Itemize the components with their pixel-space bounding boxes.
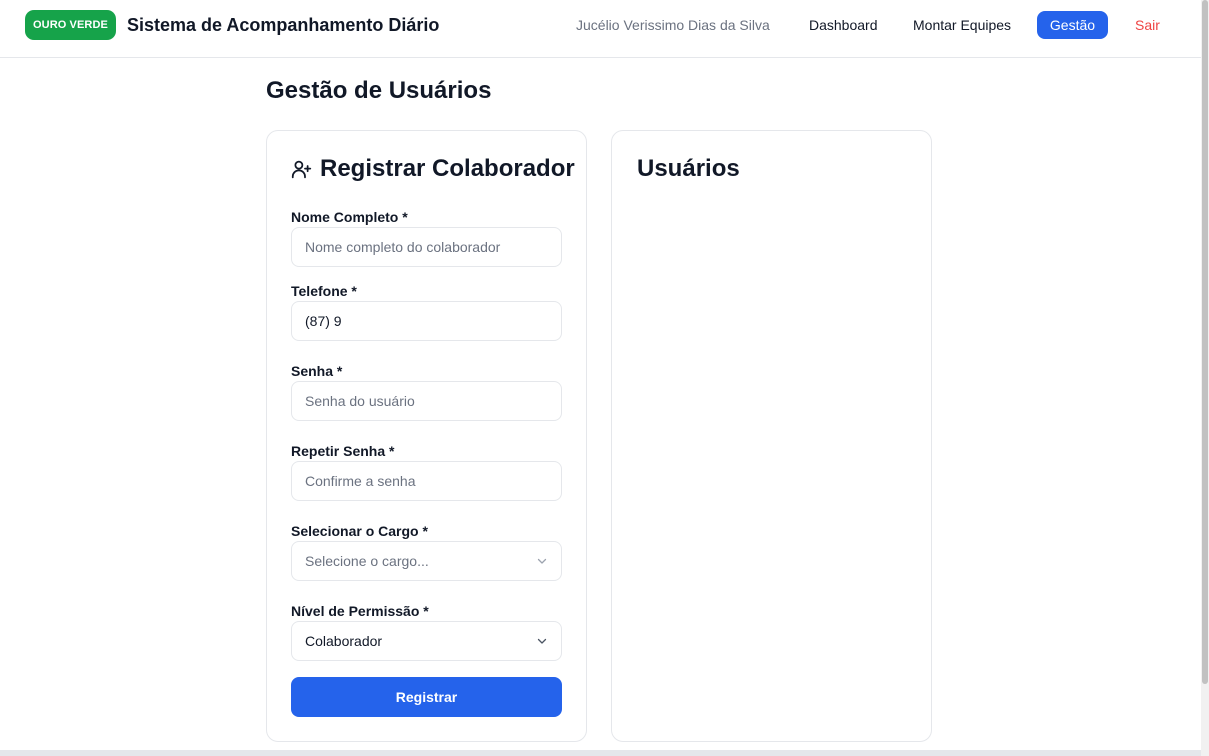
scrollbar-thumb[interactable] — [1202, 0, 1208, 684]
nav-gestao-button[interactable]: Gestão — [1037, 11, 1108, 39]
telefone-input[interactable] — [291, 301, 562, 341]
senha-label: Senha * — [291, 363, 343, 379]
logout-link[interactable]: Sair — [1135, 0, 1160, 50]
users-list-card: Usuários — [611, 130, 932, 742]
register-collaborator-card: Registrar Colaborador Nome Completo * Te… — [266, 130, 587, 742]
cargo-select-value: Selecione o cargo... — [305, 553, 429, 569]
chevron-down-icon — [537, 558, 547, 564]
page-title: Gestão de Usuários — [266, 77, 492, 104]
current-user-name: Jucélio Verissimo Dias da Silva — [576, 17, 770, 33]
register-button[interactable]: Registrar — [291, 677, 562, 717]
cargo-label: Selecionar o Cargo * — [291, 523, 428, 539]
bottom-edge — [0, 750, 1201, 756]
permissao-select-value: Colaborador — [305, 633, 383, 649]
register-card-title: Registrar Colaborador — [320, 155, 575, 182]
nav-dashboard-link[interactable]: Dashboard — [809, 0, 878, 50]
users-card-title: Usuários — [637, 155, 740, 182]
permissao-label: Nível de Permissão * — [291, 603, 429, 619]
chevron-down-icon — [537, 638, 547, 644]
cargo-select[interactable]: Selecione o cargo... — [291, 541, 562, 581]
nome-input[interactable] — [291, 227, 562, 267]
repetir-senha-label: Repetir Senha * — [291, 443, 395, 459]
senha-input[interactable] — [291, 381, 562, 421]
app-title: Sistema de Acompanhamento Diário — [127, 15, 440, 35]
page-scrollbar[interactable] — [1201, 0, 1209, 756]
user-plus-icon — [291, 160, 312, 178]
nav-montar-equipes-link[interactable]: Montar Equipes — [913, 0, 1011, 50]
top-navbar: OURO VERDE Sistema de Acompanhamento Diá… — [0, 0, 1201, 58]
permissao-select[interactable]: Colaborador — [291, 621, 562, 661]
brand-logo[interactable]: OURO VERDE — [25, 10, 116, 40]
telefone-label: Telefone * — [291, 283, 357, 299]
nome-label: Nome Completo * — [291, 209, 408, 225]
register-card-heading: Registrar Colaborador — [291, 155, 575, 183]
repetir-senha-input[interactable] — [291, 461, 562, 501]
